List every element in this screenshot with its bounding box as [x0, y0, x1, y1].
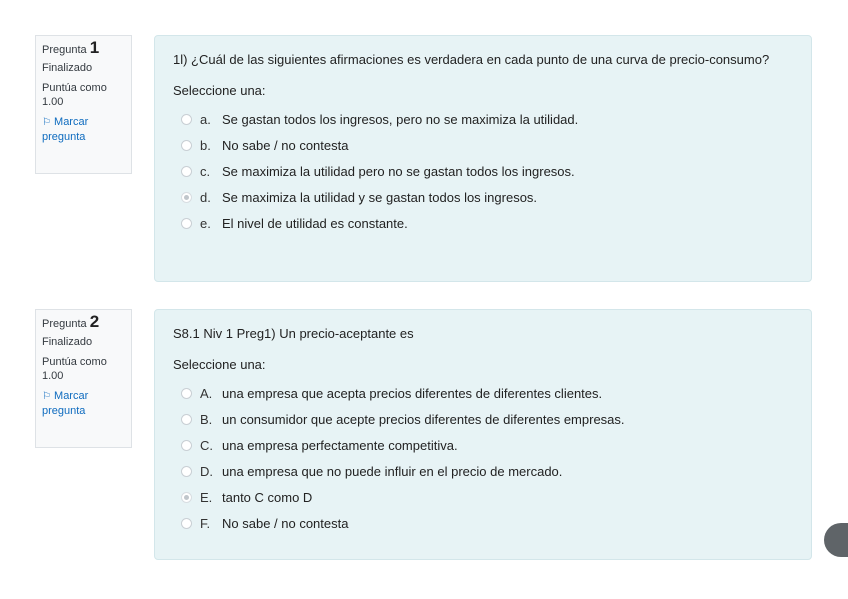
option-text: una empresa que acepta precios diferente…: [222, 385, 603, 401]
question-text: 1l) ¿Cuál de las siguientes afirmaciones…: [173, 52, 770, 67]
answer-option-e[interactable]: e. El nivel de utilidad es constante.: [181, 210, 793, 236]
answer-prompt: Seleccione una:: [173, 83, 266, 98]
question-info: Pregunta 1 Finalizado Puntúa como 1.00 ⚐…: [35, 35, 132, 174]
radio-button[interactable]: [181, 139, 192, 151]
flag-icon: ⚐: [42, 117, 51, 128]
radio-button[interactable]: [181, 165, 192, 177]
answer-option-e[interactable]: E. tanto C como D: [181, 484, 793, 510]
option-letter: e.: [200, 215, 211, 231]
question-state: Finalizado: [42, 62, 93, 74]
radio-button[interactable]: [181, 413, 192, 425]
option-letter: F.: [200, 515, 211, 531]
option-letter: B.: [200, 411, 213, 427]
option-letter: c.: [200, 163, 211, 179]
question-label: Pregunta: [42, 318, 87, 330]
answer-list: a. Se gastan todos los ingresos, pero no …: [173, 106, 793, 236]
option-text: una empresa que no puede influir en el p…: [222, 463, 563, 479]
option-letter: A.: [200, 385, 213, 401]
question-text: S8.1 Niv 1 Preg1) Un precio-aceptante es: [173, 326, 414, 341]
radio-button[interactable]: [181, 217, 192, 229]
question-grade: Puntúa como 1.00: [42, 356, 107, 382]
option-text: No sabe / no contesta: [222, 137, 349, 153]
answer-option-a[interactable]: a. Se gastan todos los ingresos, pero no …: [181, 106, 793, 132]
question-grade: Puntúa como 1.00: [42, 82, 107, 108]
question-number-line: Pregunta 2: [42, 312, 125, 331]
answer-option-c[interactable]: C. una empresa perfectamente competitiva.: [181, 432, 793, 458]
answer-option-a[interactable]: A. una empresa que acepta precios diferen…: [181, 380, 793, 406]
option-letter: d.: [200, 189, 211, 205]
option-letter: C.: [200, 437, 213, 453]
answer-list: A. una empresa que acepta precios diferen…: [173, 380, 793, 536]
answer-option-f[interactable]: F. No sabe / no contesta: [181, 510, 793, 536]
answer-option-b[interactable]: B. un consumidor que acepte precios difer…: [181, 406, 793, 432]
question-label: Pregunta: [42, 44, 87, 56]
option-text: No sabe / no contesta: [222, 515, 349, 531]
option-text: Se gastan todos los ingresos, pero no se…: [222, 111, 579, 127]
option-letter: D.: [200, 463, 213, 479]
option-text: una empresa perfectamente competitiva.: [222, 437, 458, 453]
option-letter: a.: [200, 111, 211, 127]
question-content: S8.1 Niv 1 Preg1) Un precio-aceptante es…: [154, 309, 812, 560]
answer-prompt: Seleccione una:: [173, 357, 266, 372]
option-text: Se maximiza la utilidad y se gastan todo…: [222, 189, 538, 205]
question-state: Finalizado: [42, 336, 93, 348]
radio-button-selected[interactable]: [181, 491, 192, 503]
option-letter: b.: [200, 137, 211, 153]
option-letter: E.: [200, 489, 213, 505]
radio-button[interactable]: [181, 517, 192, 529]
radio-button-selected[interactable]: [181, 191, 192, 203]
question-info: Pregunta 2 Finalizado Puntúa como 1.00 ⚐…: [35, 309, 132, 448]
answer-option-b[interactable]: b. No sabe / no contesta: [181, 132, 793, 158]
flag-icon: ⚐: [42, 391, 51, 402]
answer-option-d[interactable]: d. Se maximiza la utilidad y se gastan to…: [181, 184, 793, 210]
flag-question-link[interactable]: ⚐ Marcar pregunta: [42, 115, 125, 144]
question-number: 2: [89, 312, 100, 331]
question-content: 1l) ¿Cuál de las siguientes afirmaciones…: [154, 35, 812, 282]
radio-button[interactable]: [181, 387, 192, 399]
option-text: tanto C como D: [222, 489, 313, 505]
radio-button[interactable]: [181, 465, 192, 477]
question-number: 1: [89, 38, 100, 57]
option-text: un consumidor que acepte precios diferen…: [222, 411, 625, 427]
radio-button[interactable]: [181, 113, 192, 125]
answer-option-d[interactable]: D. una empresa que no puede influir en el…: [181, 458, 793, 484]
floating-help-icon[interactable]: [824, 523, 848, 557]
option-text: El nivel de utilidad es constante.: [222, 215, 408, 231]
flag-question-link[interactable]: ⚐ Marcar pregunta: [42, 389, 125, 418]
option-text: Se maximiza la utilidad pero no se gasta…: [222, 163, 575, 179]
radio-button[interactable]: [181, 439, 192, 451]
question-number-line: Pregunta 1: [42, 38, 125, 57]
answer-option-c[interactable]: c. Se maximiza la utilidad pero no se gas…: [181, 158, 793, 184]
